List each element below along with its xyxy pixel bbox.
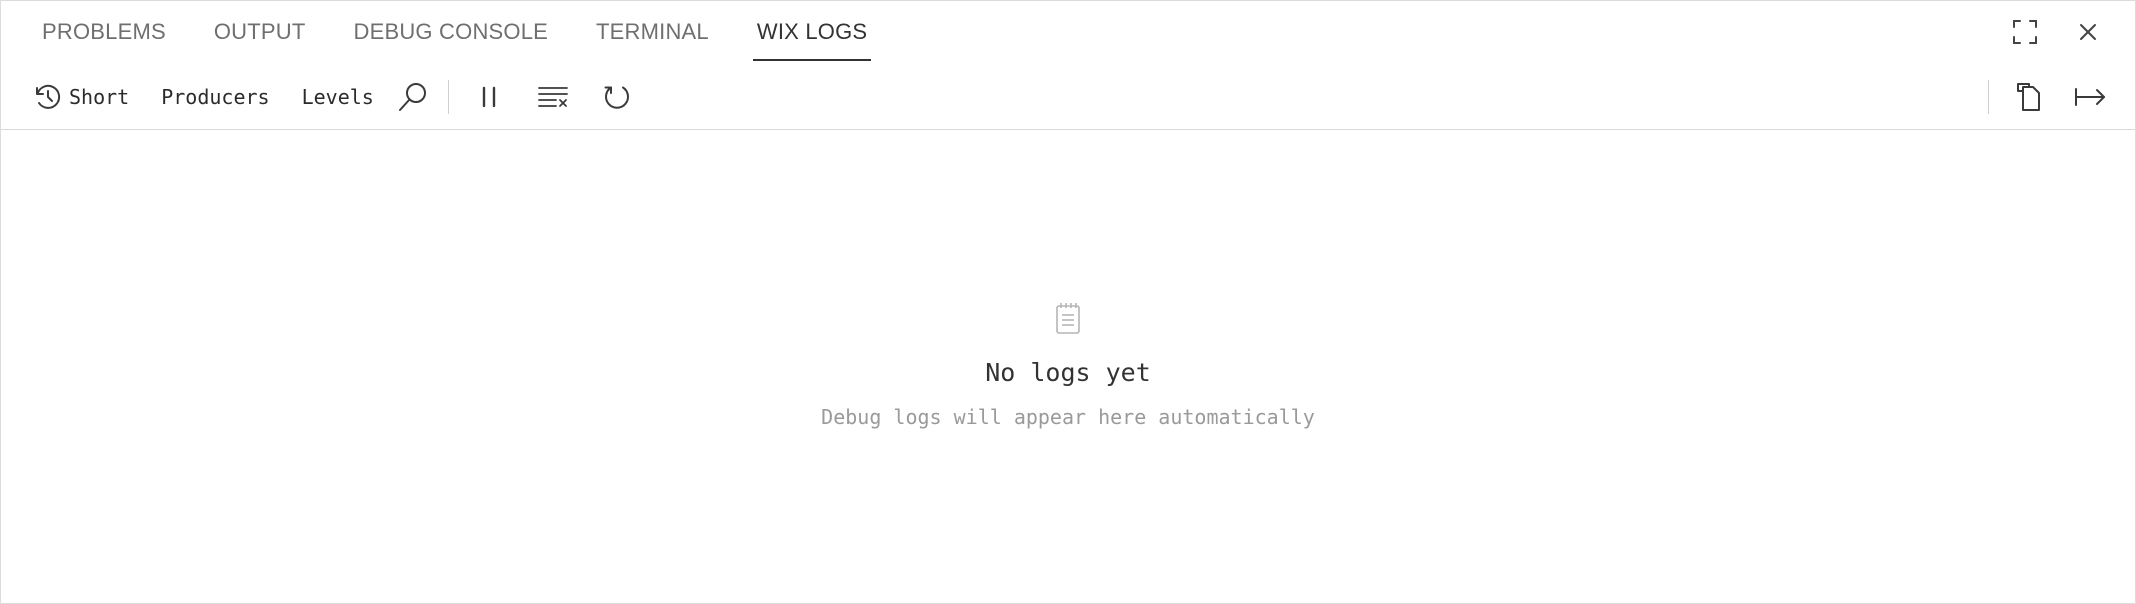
toolbar-right-actions (1988, 65, 2135, 129)
format-toggle-button[interactable]: Short (33, 82, 129, 112)
pause-button[interactable] (469, 77, 509, 117)
refresh-icon (603, 83, 631, 111)
copy-icon (2015, 82, 2041, 112)
tab-problems[interactable]: PROBLEMS (42, 1, 166, 63)
close-panel-button[interactable] (2068, 12, 2108, 52)
format-label: Short (69, 85, 130, 109)
maximize-panel-button[interactable] (2005, 12, 2045, 52)
history-icon (33, 82, 63, 112)
word-wrap-icon (2074, 86, 2106, 108)
search-button[interactable] (393, 77, 433, 117)
levels-button[interactable]: Levels (302, 85, 374, 109)
tab-wix-logs[interactable]: WIX LOGS (752, 1, 872, 63)
empty-state: No logs yet Debug logs will appear here … (1, 301, 2135, 429)
panel-actions (2005, 1, 2135, 63)
toolbar-separator-right (1988, 80, 1989, 114)
clear-all-icon (537, 85, 569, 109)
tab-output[interactable]: OUTPUT (214, 1, 306, 63)
wix-logs-panel: PROBLEMS OUTPUT DEBUG CONSOLE TERMINAL W… (0, 0, 2136, 604)
search-icon (397, 81, 429, 113)
notepad-icon (1054, 301, 1082, 340)
logs-toolbar: Short Producers Levels (1, 65, 2135, 130)
refresh-button[interactable] (597, 77, 637, 117)
tab-terminal[interactable]: TERMINAL (596, 1, 709, 63)
tab-debug-console[interactable]: DEBUG CONSOLE (354, 1, 549, 63)
producers-button[interactable]: Producers (161, 85, 269, 109)
panel-tab-bar: PROBLEMS OUTPUT DEBUG CONSOLE TERMINAL W… (1, 1, 2135, 63)
copy-logs-button[interactable] (2008, 77, 2048, 117)
close-icon (2079, 23, 2097, 41)
pause-icon (479, 86, 499, 108)
word-wrap-button[interactable] (2070, 77, 2110, 117)
clear-logs-button[interactable] (533, 77, 573, 117)
maximize-icon (2012, 19, 2038, 45)
empty-state-title: No logs yet (985, 358, 1151, 387)
toolbar-separator (447, 80, 449, 114)
empty-state-subtitle: Debug logs will appear here automaticall… (821, 405, 1315, 429)
